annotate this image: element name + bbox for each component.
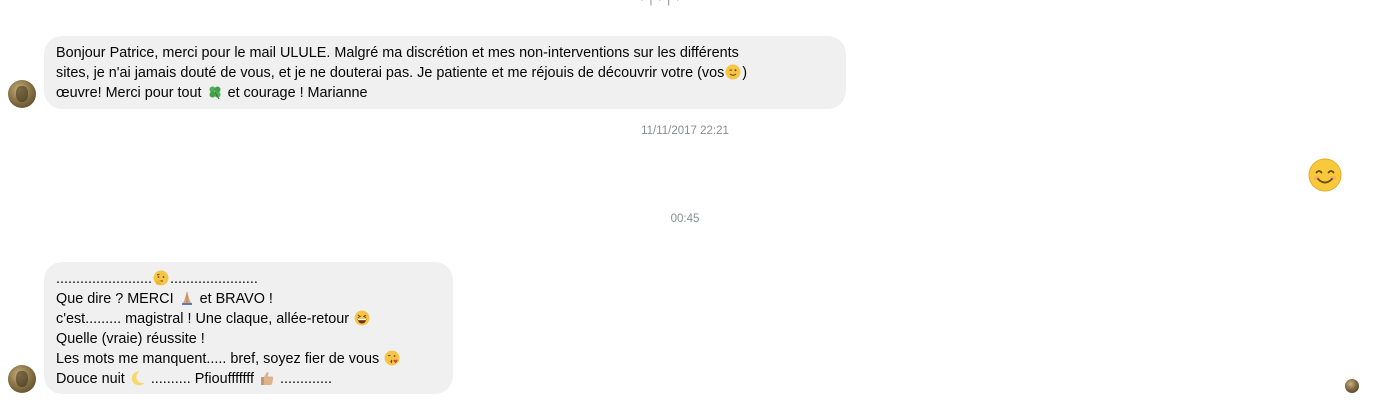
message-bubble[interactable]: ........................................… [44,262,453,394]
four-leaf-clover-icon [209,86,221,100]
message-timestamp: 00:45 [670,213,700,225]
message-timestamp: 11/11/2017 22:21 [641,125,729,137]
winking-face-icon [725,64,741,80]
thumbs-up-icon [261,372,274,385]
smiling-face-with-smiling-eyes-icon[interactable] [1308,158,1342,192]
message-line: Les mots me manquent..... bref, soyez fi… [56,349,441,369]
message-line: ........................................… [56,270,258,287]
message-line: Bonjour Patrice, merci pour le mail ULUL… [56,45,739,61]
sender-avatar[interactable] [8,80,36,108]
message-line: sites, je n'ai jamais douté de vous, et … [56,64,748,81]
message-line: c'est......... magistral ! Une claque, a… [56,309,441,329]
sender-avatar[interactable] [8,365,36,393]
message-bubble[interactable]: Bonjour Patrice, merci pour le mail ULUL… [44,36,846,109]
crescent-moon-icon [131,371,145,386]
thinking-face-icon [153,270,169,286]
message-line: Quelle (vraie) réussite ! [56,331,205,347]
folded-hands-icon [181,292,192,305]
seen-receipt-avatar [1345,379,1359,393]
message-line: œuvre! Merci pour tout et courage ! Mari… [56,85,368,101]
previous-timestamp-fragment: · | · | · [640,0,681,6]
message-line: Douce nuit .......... Pfioufffffff .....… [56,371,333,387]
message-line: Que dire ? MERCI et BRAVO ! [56,291,273,307]
face-blowing-kiss-icon [384,350,400,366]
grinning-squinting-face-icon [354,310,370,326]
